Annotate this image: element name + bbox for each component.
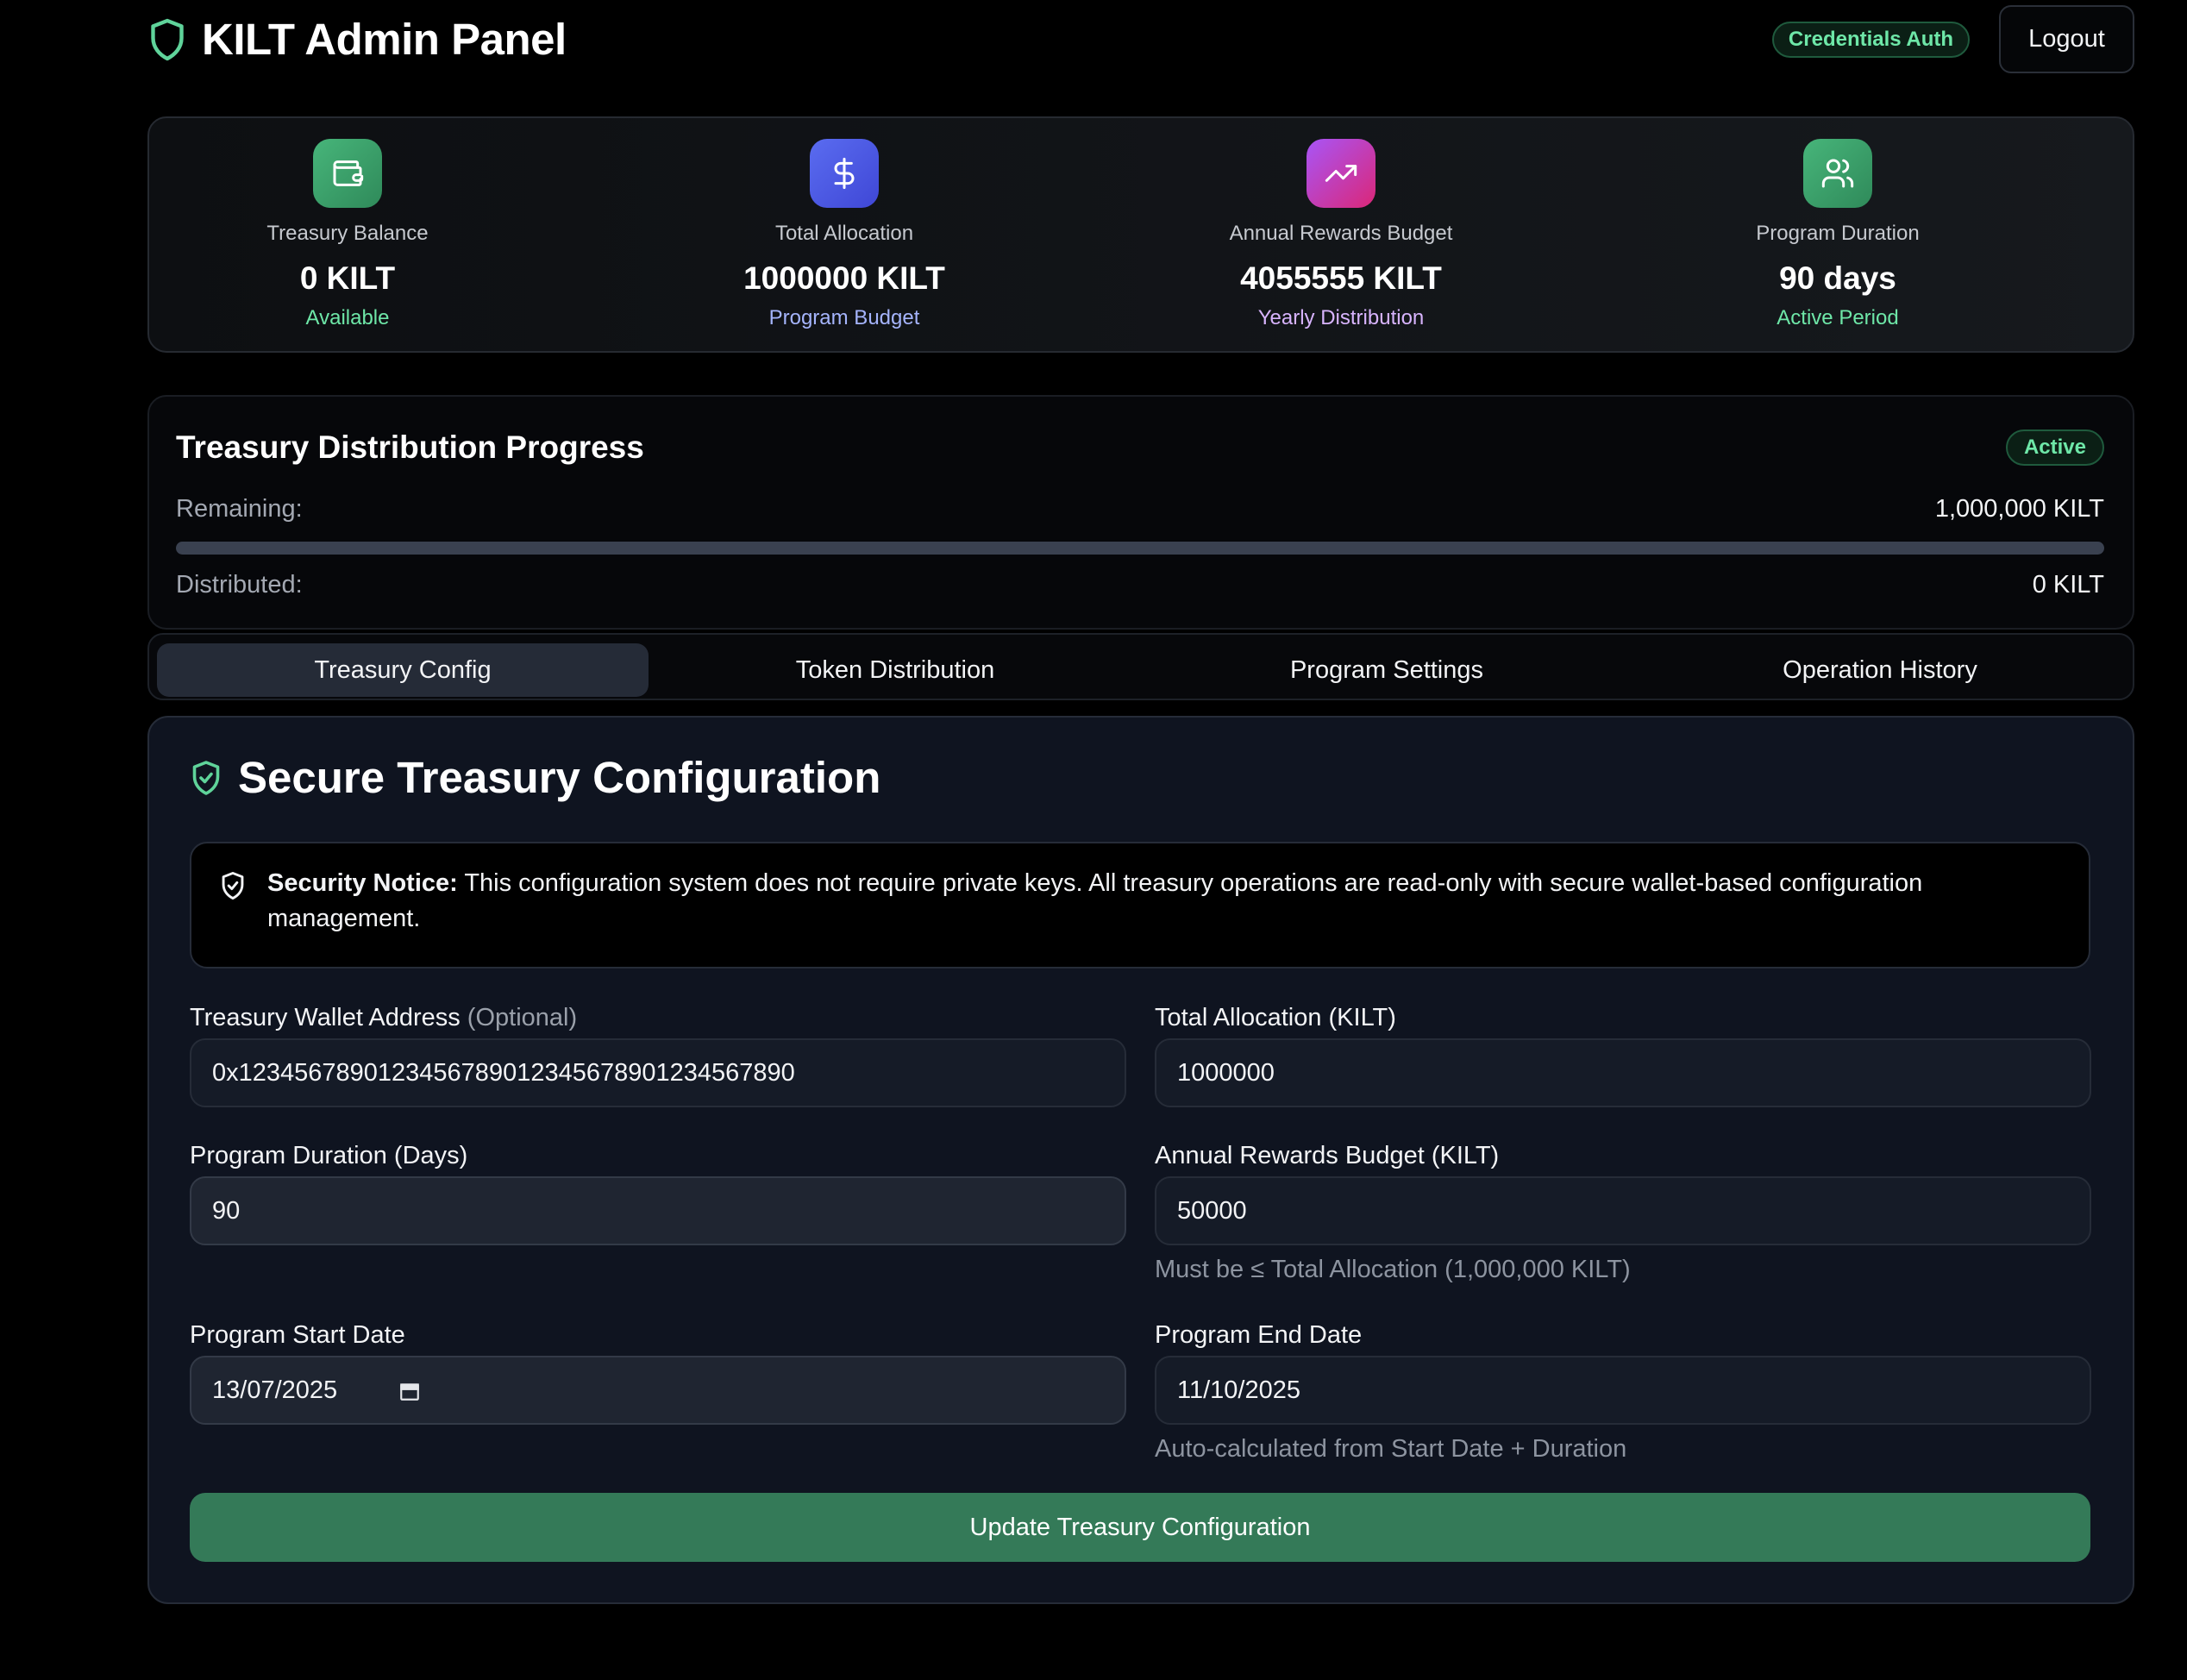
program-start-date-input[interactable]: 13/07/2025 xyxy=(190,1356,1126,1425)
status-badge: Active xyxy=(2006,429,2104,466)
update-treasury-config-button[interactable]: Update Treasury Configuration xyxy=(190,1493,2090,1562)
stat-program-duration: Program Duration 90 days Active Period xyxy=(1639,118,2036,354)
program-start-date-label: Program Start Date xyxy=(190,1321,405,1349)
progress-title: Treasury Distribution Progress xyxy=(176,429,644,465)
stat-value: 0 KILT xyxy=(299,260,396,296)
total-allocation-input[interactable]: 1000000 xyxy=(1155,1038,2091,1107)
distributed-label: Distributed: xyxy=(176,571,303,599)
tab-token-distribution[interactable]: Token Distribution xyxy=(649,643,1141,697)
logout-button[interactable]: Logout xyxy=(1999,5,2134,73)
stat-label: Annual Rewards Budget xyxy=(1229,222,1453,245)
stat-label: Program Duration xyxy=(1756,222,1920,245)
tab-operation-history[interactable]: Operation History xyxy=(1634,643,2126,697)
users-icon xyxy=(1803,139,1872,208)
wallet-address-label: Treasury Wallet Address (Optional) xyxy=(190,1004,577,1032)
stat-treasury-balance: Treasury Balance 0 KILT Available xyxy=(149,118,546,354)
auth-status-badge: Credentials Auth xyxy=(1772,22,1970,58)
stat-value: 1000000 KILT xyxy=(743,260,945,296)
dollar-icon xyxy=(810,139,879,208)
tab-treasury-config[interactable]: Treasury Config xyxy=(157,643,649,697)
program-end-date-label: Program End Date xyxy=(1155,1321,1363,1349)
stat-sublabel: Program Budget xyxy=(768,306,920,329)
distribution-progress-bar xyxy=(176,542,2104,555)
stat-sublabel: Active Period xyxy=(1777,306,1899,329)
shield-logo-icon xyxy=(151,18,184,61)
wallet-address-input[interactable]: 0x12345678901234567890123456789012345678… xyxy=(190,1038,1126,1107)
remaining-label: Remaining: xyxy=(176,495,303,523)
annual-rewards-hint: Must be ≤ Total Allocation (1,000,000 KI… xyxy=(1155,1256,1631,1283)
trending-up-icon xyxy=(1307,139,1375,208)
end-date-hint: Auto-calculated from Start Date + Durati… xyxy=(1155,1435,1627,1463)
stats-card: Treasury Balance 0 KILT Available Total … xyxy=(147,116,2134,353)
security-notice-title: Security Notice: xyxy=(267,869,458,897)
tab-bar: Treasury Config Token Distribution Progr… xyxy=(147,633,2134,700)
annual-rewards-label: Annual Rewards Budget (KILT) xyxy=(1155,1142,1500,1169)
wallet-icon xyxy=(313,139,382,208)
program-start-date-value: 13/07/2025 xyxy=(212,1376,338,1404)
stat-label: Treasury Balance xyxy=(266,222,429,245)
remaining-value: 1,000,000 KILT xyxy=(1934,495,2104,523)
security-notice-text: Security Notice: This configuration syst… xyxy=(267,866,2061,937)
calendar-icon[interactable] xyxy=(398,1380,421,1402)
total-allocation-label: Total Allocation (KILT) xyxy=(1155,1004,1396,1031)
distributed-value: 0 KILT xyxy=(2032,571,2104,599)
stat-sublabel: Yearly Distribution xyxy=(1257,306,1425,329)
program-end-date-input[interactable]: 11/10/2025 xyxy=(1155,1356,2091,1425)
program-duration-label: Program Duration (Days) xyxy=(190,1142,468,1169)
stat-label: Total Allocation xyxy=(774,222,914,245)
app-title: KILT Admin Panel xyxy=(202,15,567,64)
annual-rewards-input[interactable]: 50000 xyxy=(1155,1176,2091,1245)
stat-sublabel: Available xyxy=(305,306,390,329)
security-notice-body: This configuration system does not requi… xyxy=(267,869,1923,932)
program-duration-input[interactable]: 90 xyxy=(190,1176,1126,1245)
shield-check-icon xyxy=(192,761,220,795)
stat-value: 90 days xyxy=(1779,260,1896,296)
shield-check-icon xyxy=(222,871,244,900)
stat-total-allocation: Total Allocation 1000000 KILT Program Bu… xyxy=(646,118,1043,354)
wallet-address-label-text: Treasury Wallet Address xyxy=(190,1004,461,1031)
stat-annual-rewards-budget: Annual Rewards Budget 4055555 KILT Yearl… xyxy=(1143,118,1539,354)
optional-tag: (Optional) xyxy=(467,1004,578,1031)
config-title: Secure Treasury Configuration xyxy=(238,753,881,802)
stat-value: 4055555 KILT xyxy=(1240,260,1442,296)
tab-program-settings[interactable]: Program Settings xyxy=(1141,643,1632,697)
